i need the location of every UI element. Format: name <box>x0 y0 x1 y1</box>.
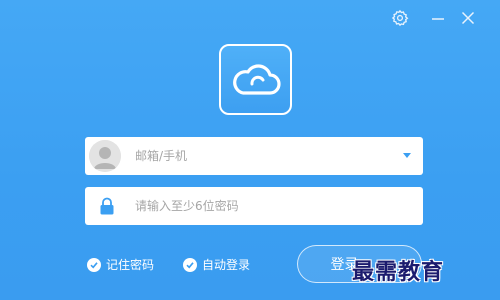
watermark: 最需教育 <box>352 259 445 285</box>
close-icon <box>461 11 475 25</box>
user-icon <box>89 140 121 172</box>
password-input[interactable] <box>135 187 395 225</box>
remember-password-label: 记住密码 <box>106 258 155 272</box>
password-field <box>85 187 423 225</box>
auto-login-label: 自动登录 <box>202 258 251 272</box>
check-icon <box>87 257 101 272</box>
avatar <box>89 140 121 172</box>
account-field <box>85 137 423 175</box>
check-icon <box>183 257 197 272</box>
lock-icon <box>100 197 114 215</box>
account-input[interactable] <box>135 137 395 175</box>
login-window: 记住密码 自动登录 登录 最需教育 <box>0 0 500 300</box>
remember-password-checkbox[interactable]: 记住密码 <box>87 256 154 273</box>
minimize-icon <box>432 18 444 20</box>
settings-button[interactable] <box>390 8 410 28</box>
account-dropdown-icon[interactable] <box>403 153 411 158</box>
app-logo <box>219 44 292 115</box>
close-button[interactable] <box>459 8 477 28</box>
auto-login-checkbox[interactable]: 自动登录 <box>183 256 250 273</box>
cloud-icon <box>232 63 281 95</box>
minimize-button[interactable] <box>430 8 446 28</box>
gear-icon <box>391 9 409 27</box>
